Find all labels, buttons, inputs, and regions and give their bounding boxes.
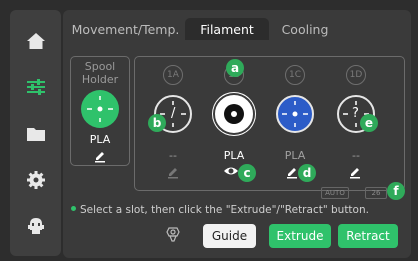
spool-holder-spool[interactable] (81, 90, 119, 128)
guide-button[interactable]: Guide (203, 224, 256, 248)
marker-f: f (387, 182, 405, 200)
spool-holder-title: Spool Holder (81, 60, 119, 86)
edit-pencil-icon[interactable] (93, 149, 107, 163)
humidity-value: 26 (371, 189, 381, 197)
eye-icon[interactable] (223, 164, 239, 178)
slot-1c-edit-icon[interactable] (285, 165, 299, 179)
slot-1d-symbol: ? (352, 106, 359, 121)
marker-a: a (226, 59, 244, 77)
marker-e: e (360, 114, 378, 132)
controls-icon (26, 79, 45, 95)
spool-holder-filament: PLA (89, 133, 111, 146)
selected-spool-icon (224, 104, 244, 124)
folder-icon (26, 128, 45, 141)
sidebar (10, 10, 61, 256)
slot-1d-edit-icon[interactable] (348, 165, 362, 179)
slot-1a-symbol: / (171, 106, 176, 121)
slot-1b-filament: PLA (223, 149, 245, 162)
sidebar-item-assistant[interactable] (10, 209, 61, 243)
settings-icon (26, 171, 45, 189)
home-icon (26, 33, 45, 49)
retract-button[interactable]: Retract (338, 224, 398, 248)
marker-c: c (238, 164, 256, 182)
hint-text: Select a slot, then click the "Extrude"/… (80, 204, 369, 216)
spool-icon (87, 96, 113, 122)
ams-slot-panel: 1A / b -- 1B a PLA (134, 56, 405, 191)
extrude-button[interactable]: Extrude (269, 224, 331, 248)
filament-panel: Movement/Temp. Filament Cooling Spool Ho… (63, 10, 411, 258)
slot-1d-badge: 1D (346, 65, 366, 85)
marker-d: d (298, 164, 316, 182)
tab-movement-temp[interactable]: Movement/Temp. (72, 18, 180, 40)
slot-1c-spool[interactable] (276, 95, 314, 133)
sidebar-item-home[interactable] (10, 24, 61, 58)
marker-b: b (148, 114, 166, 132)
nozzle-icon[interactable] (164, 226, 182, 244)
tab-filament[interactable]: Filament (185, 18, 269, 40)
slot-1d-filament: -- (352, 149, 360, 162)
slot-1c-filament: PLA (284, 149, 306, 162)
robot-icon (27, 218, 44, 234)
tab-cooling[interactable]: Cooling (275, 18, 335, 40)
slot-1c-badge: 1C (285, 65, 305, 85)
instruction-hint: Select a slot, then click the "Extrude"/… (71, 204, 369, 216)
slot-1a-edit-icon[interactable] (166, 165, 180, 179)
slot-1a-badge: 1A (163, 65, 183, 85)
slot-1b-spool[interactable] (215, 95, 253, 133)
sidebar-item-settings[interactable] (10, 163, 61, 197)
slot-1a-filament: -- (169, 149, 177, 162)
sidebar-item-controls[interactable] (10, 70, 61, 104)
tab-bar: Movement/Temp. Filament Cooling (63, 10, 411, 40)
spool-holder-card[interactable]: Spool Holder PLA (70, 56, 130, 166)
auto-refill-chip[interactable]: AUTO (321, 187, 349, 199)
hint-dot-icon (71, 206, 76, 211)
humidity-chip[interactable]: 26 (365, 187, 387, 199)
blue-spool-icon (282, 101, 308, 127)
sidebar-item-files[interactable] (10, 117, 61, 151)
